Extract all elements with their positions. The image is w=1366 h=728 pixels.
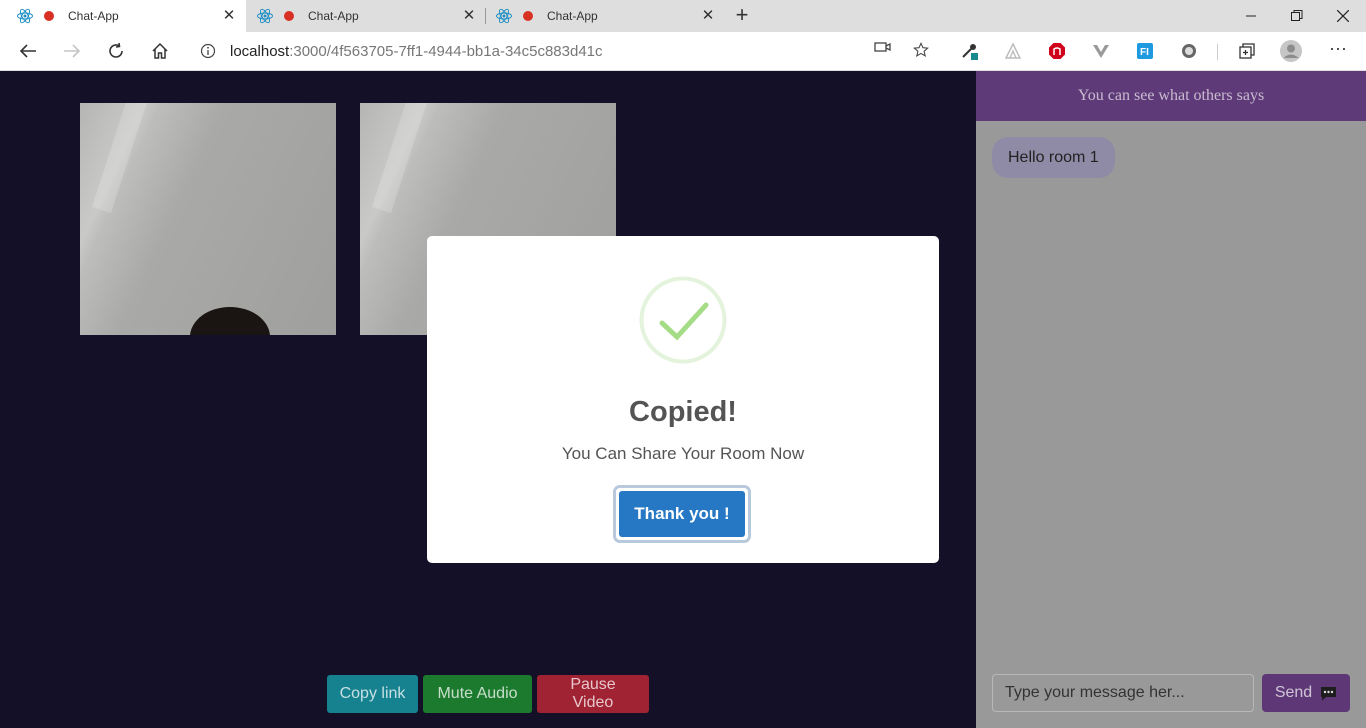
- address-bar[interactable]: localhost:3000/4f563705-7ff1-4944-bb1a-3…: [188, 36, 940, 66]
- url-text: localhost:3000/4f563705-7ff1-4944-bb1a-3…: [230, 42, 603, 60]
- check-success-icon: [639, 276, 727, 364]
- close-tab-icon[interactable]: ✕: [701, 8, 715, 23]
- page-content: Copy link Mute Audio Pause Video You can…: [0, 71, 1366, 728]
- tab-title: Chat-App: [547, 9, 598, 23]
- react-icon: [496, 8, 512, 24]
- dialog-message: You Can Share Your Room Now: [561, 444, 805, 463]
- camera-icon[interactable]: [874, 39, 892, 55]
- restore-button[interactable]: [1274, 0, 1320, 32]
- close-tab-icon[interactable]: ✕: [222, 8, 236, 23]
- tab-title: Chat-App: [308, 9, 359, 23]
- home-icon: [152, 42, 168, 59]
- toolbar-divider: [1217, 44, 1218, 60]
- close-icon: [1337, 10, 1349, 22]
- arrow-left-icon: [19, 44, 36, 58]
- minimize-button[interactable]: [1228, 0, 1274, 32]
- back-button[interactable]: [14, 38, 42, 64]
- home-button[interactable]: [146, 38, 174, 64]
- collections-icon[interactable]: [1238, 42, 1256, 60]
- recording-icon: [284, 11, 294, 21]
- reload-icon: [109, 42, 123, 58]
- browser-tab-1[interactable]: Chat-App ✕: [0, 0, 246, 32]
- tab-title: Chat-App: [68, 9, 119, 23]
- modal-backdrop[interactable]: Copied! You Can Share Your Room Now Than…: [0, 71, 1366, 728]
- new-tab-button[interactable]: +: [730, 4, 754, 28]
- browser-tab-3[interactable]: Chat-App ✕: [479, 0, 725, 32]
- more-menu-icon[interactable]: ···: [1329, 38, 1349, 58]
- fi-extension-icon[interactable]: FI: [1136, 42, 1154, 60]
- recording-icon: [523, 11, 533, 21]
- close-window-button[interactable]: [1320, 0, 1366, 32]
- react-icon: [17, 8, 33, 24]
- dialog-title: Copied!: [629, 396, 737, 428]
- vuejs-extension-icon[interactable]: [1092, 42, 1110, 60]
- tab-strip: Chat-App ✕ Chat-App ✕ Chat-App ✕ +: [0, 0, 1366, 32]
- dropper-extension-icon[interactable]: [960, 42, 978, 60]
- svg-text:FI: FI: [1140, 47, 1149, 58]
- minimize-icon: [1246, 15, 1256, 17]
- record-extension-icon[interactable]: [1180, 42, 1198, 60]
- adblock-icon[interactable]: [1048, 42, 1066, 60]
- recording-icon: [44, 11, 54, 21]
- profile-avatar-icon[interactable]: [1280, 40, 1302, 62]
- info-icon[interactable]: [200, 43, 216, 59]
- restore-icon: [1291, 10, 1303, 21]
- forward-button[interactable]: [58, 38, 86, 64]
- arrow-right-icon: [64, 44, 81, 58]
- reload-button[interactable]: [102, 38, 130, 64]
- success-dialog: Copied! You Can Share Your Room Now Than…: [427, 236, 939, 563]
- browser-toolbar: localhost:3000/4f563705-7ff1-4944-bb1a-3…: [0, 32, 1366, 71]
- close-tab-icon[interactable]: ✕: [462, 8, 476, 23]
- star-icon[interactable]: [912, 42, 930, 58]
- triangle-extension-icon[interactable]: [1004, 42, 1022, 60]
- confirm-button[interactable]: Thank you !: [619, 491, 745, 537]
- browser-tab-2[interactable]: Chat-App ✕: [240, 0, 486, 32]
- react-icon: [257, 8, 273, 24]
